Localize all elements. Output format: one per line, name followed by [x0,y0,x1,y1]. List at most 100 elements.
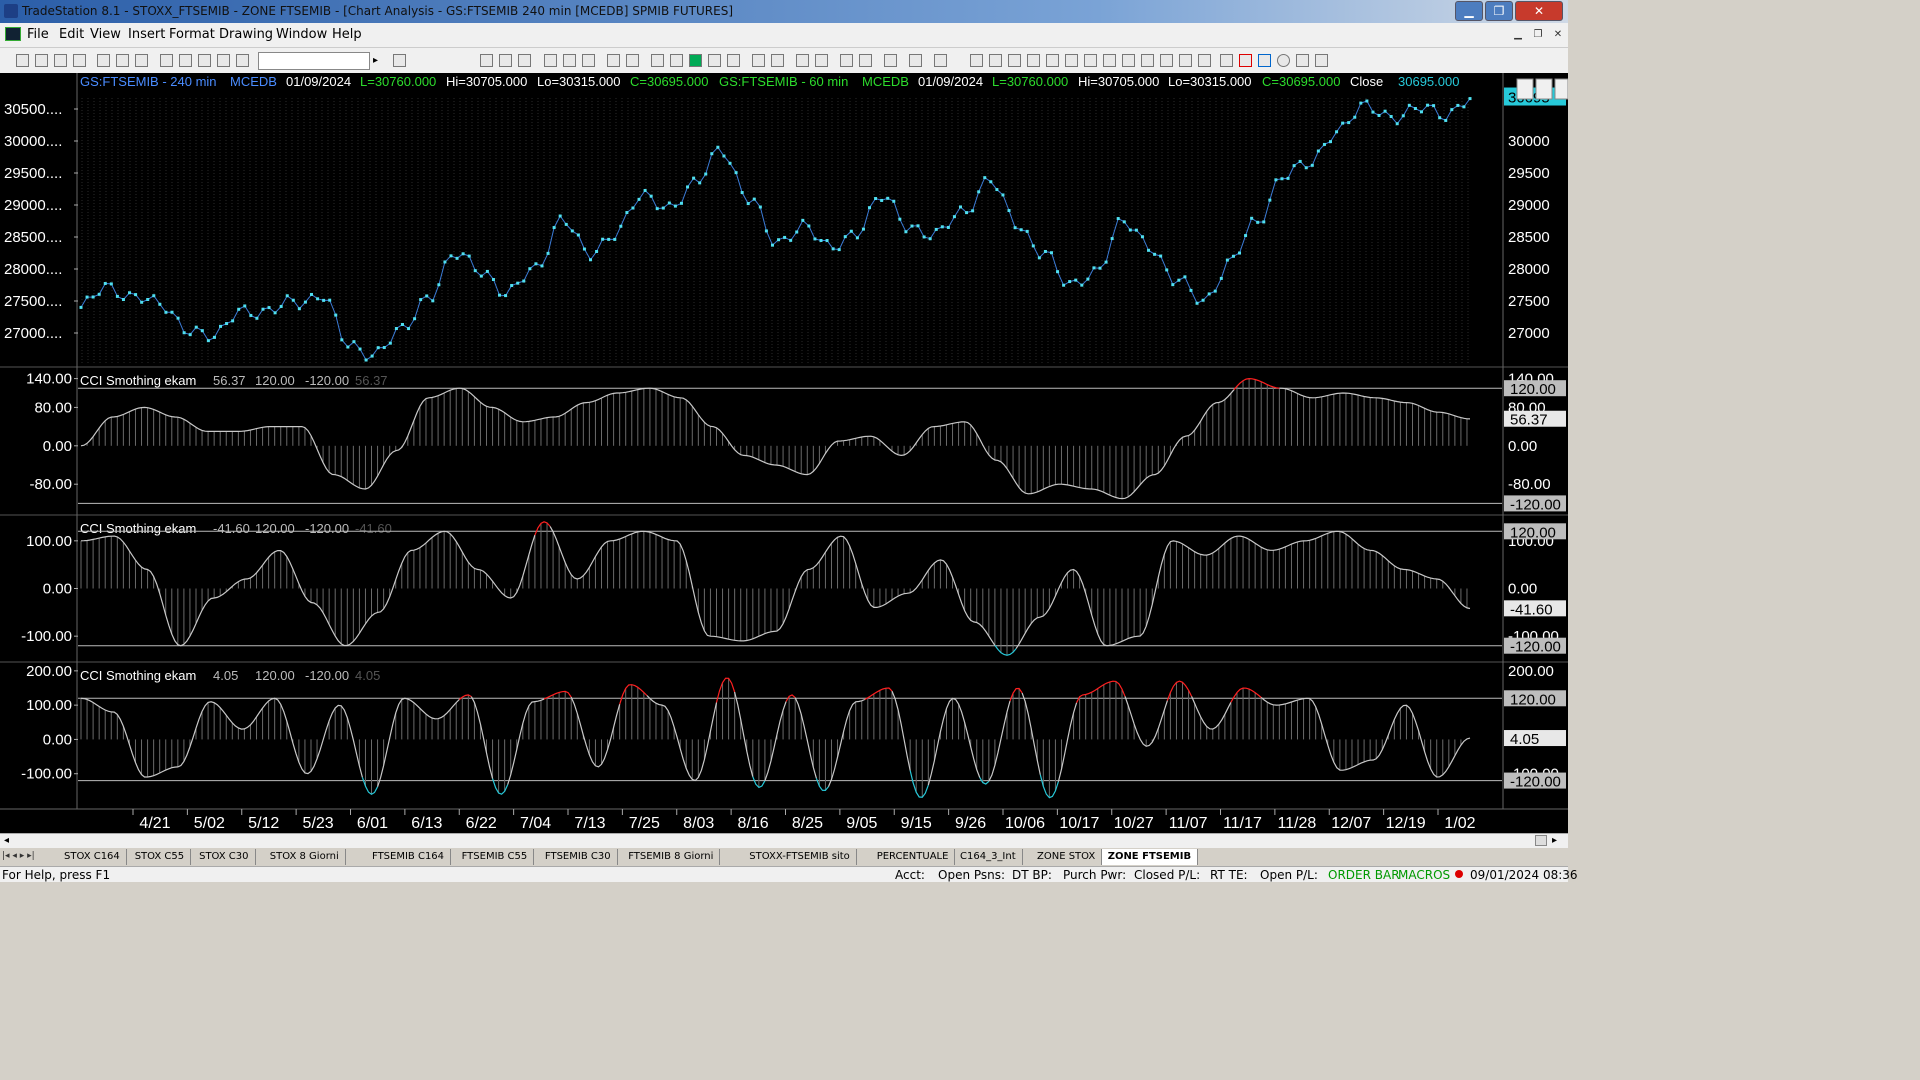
curve-icon[interactable] [1220,54,1233,67]
chart-analysis-window[interactable]: GS:FTSEMIB - 240 min MCEDB 01/09/2024 L=… [0,73,1569,833]
link-icon[interactable] [651,54,664,67]
insert-window-icon[interactable] [626,54,639,67]
close-button[interactable]: ✕ [1515,1,1563,21]
horizontal-scrollbar[interactable]: ◂ ▸ [0,833,1568,848]
notes-icon[interactable] [934,54,947,67]
bar-chart-icon[interactable] [708,54,721,67]
save-icon[interactable] [54,54,67,67]
tab-stox-c55[interactable]: STOX C55 [129,849,192,865]
open-icon[interactable] [35,54,48,67]
cci-pane-3[interactable]: CCI Smothing ekam 4.05 120.00 -120.00 4.05 20… [21,663,1566,799]
chart-type-icon[interactable] [689,54,702,67]
menu-format[interactable]: Format [169,27,215,42]
insert-chart-icon[interactable] [607,54,620,67]
menu-help[interactable]: Help [332,27,362,42]
hammer-icon[interactable] [884,54,897,67]
andrews-pitchfork-icon[interactable] [1122,54,1135,67]
menu-insert[interactable]: Insert [128,27,165,42]
fibonacci-icon[interactable] [1027,54,1040,67]
parallel-lines-icon[interactable] [1160,54,1173,67]
print-icon[interactable] [135,54,148,67]
speed-lines-icon[interactable] [1103,54,1116,67]
tab-ftsemib-c30[interactable]: FTSEMIB C30 [539,849,618,865]
cci-pane-1[interactable]: CCI Smothing ekam 56.37 120.00 -120.00 56.37… [26,371,1566,514]
arrow-horizontal-icon[interactable] [1141,54,1154,67]
restore-button[interactable]: ❐ [1485,1,1513,21]
indicator-icon[interactable] [544,54,557,67]
pointer-icon[interactable] [840,54,853,67]
status-order-bar[interactable]: ORDER BAR [1328,868,1400,882]
grid-icon[interactable] [179,54,192,67]
layout-icon[interactable] [160,54,173,67]
scroll-thumb[interactable] [1535,835,1547,846]
scroll-left-icon[interactable]: ◂ [4,835,9,846]
zoom-toolbar-icon[interactable] [393,54,406,67]
price-pane[interactable]: 30500.... 30000.... 29500.... 29000.... 2850… [4,87,1566,365]
regression-icon[interactable] [1046,54,1059,67]
tab-stoxx-ftsemib-sito[interactable]: STOXX-FTSEMIB sito [743,849,857,865]
menu-window[interactable]: Window [276,27,327,42]
mdi-close-button[interactable]: ✕ [1550,27,1566,43]
tools-icon[interactable] [217,54,230,67]
tab-stox-c30[interactable]: STOX C30 [193,849,256,865]
text-abc-icon[interactable] [1315,54,1328,67]
data-window-icon[interactable] [518,54,531,67]
refresh-icon[interactable] [582,54,595,67]
tab-ftsemib-c55[interactable]: FTSEMIB C55 [456,849,535,865]
zoom-in-icon[interactable] [796,54,809,67]
channel-icon[interactable] [1065,54,1078,67]
new-icon[interactable] [16,54,29,67]
arc-icon[interactable] [1179,54,1192,67]
strategy-icon[interactable] [563,54,576,67]
pane-controls[interactable] [1516,78,1569,100]
tab-percentuale[interactable]: PERCENTUALE [871,849,956,865]
mdi-minimize-button[interactable]: ▁ [1510,27,1526,43]
symbol-combo[interactable] [258,52,370,70]
trendline-icon[interactable] [970,54,983,67]
zoom-out-icon[interactable] [815,54,828,67]
crosshair-icon[interactable] [859,54,872,67]
arrow-down-icon[interactable] [1239,54,1252,67]
tab-stox-8-giorni[interactable]: STOX 8 Giorni [264,849,346,865]
order-icon[interactable] [909,54,922,67]
pane-close-button[interactable] [1554,78,1569,100]
cci-pane-2[interactable]: CCI Smothing ekam -41.60 120.00 -120.00 -41.… [21,521,1566,656]
menu-view[interactable]: View [90,27,121,42]
alert-icon[interactable] [670,54,683,67]
tab-c164-3-int[interactable]: C164_3_Int [954,849,1023,865]
pane-restore-button[interactable] [1535,78,1553,100]
tab-stox-c164[interactable]: STOX C164 [58,849,127,865]
move-right-icon[interactable] [771,54,784,67]
bar-type-icon[interactable] [480,54,493,67]
copy-icon[interactable] [97,54,110,67]
mdi-restore-button[interactable]: ❐ [1530,27,1546,43]
scroll-right-icon[interactable]: ▸ [1552,835,1557,846]
gann-icon[interactable] [1084,54,1097,67]
format-icon[interactable] [499,54,512,67]
vertical-line-icon[interactable] [989,54,1002,67]
minimize-button[interactable]: ▁ [1455,1,1483,21]
tab-zone-ftsemib[interactable]: ZONE FTSEMIB [1101,849,1199,865]
pane-minimize-button[interactable] [1516,78,1534,100]
pencil-icon[interactable] [1198,54,1211,67]
chevron-right-icon[interactable]: ▸ [373,55,378,66]
rectangle-icon[interactable] [1296,54,1309,67]
print-preview-icon[interactable] [116,54,129,67]
tab-nav-icons[interactable]: |◂ ◂ ▸ ▸| [2,851,35,861]
menu-drawing[interactable]: Drawing [219,27,273,42]
move-left-icon[interactable] [752,54,765,67]
chart-canvas[interactable]: GS:FTSEMIB - 240 min MCEDB 01/09/2024 L=… [0,73,1569,833]
menu-file[interactable]: File [27,27,49,42]
tab-zone-stox[interactable]: ZONE STOX [1031,849,1103,865]
tab-ftsemib-8-giorni[interactable]: FTSEMIB 8 Giorni [622,849,721,865]
colors-icon[interactable] [236,54,249,67]
arrow-up-icon[interactable] [1258,54,1271,67]
horizontal-line-icon[interactable] [1008,54,1021,67]
ellipse-icon[interactable] [1277,54,1290,67]
status-macros[interactable]: MACROS [1398,868,1450,882]
new-window-icon[interactable] [73,54,86,67]
lock-icon[interactable] [198,54,211,67]
tab-ftsemib-c164[interactable]: FTSEMIB C164 [366,849,452,865]
menu-edit[interactable]: Edit [59,27,84,42]
candle-icon[interactable] [727,54,740,67]
